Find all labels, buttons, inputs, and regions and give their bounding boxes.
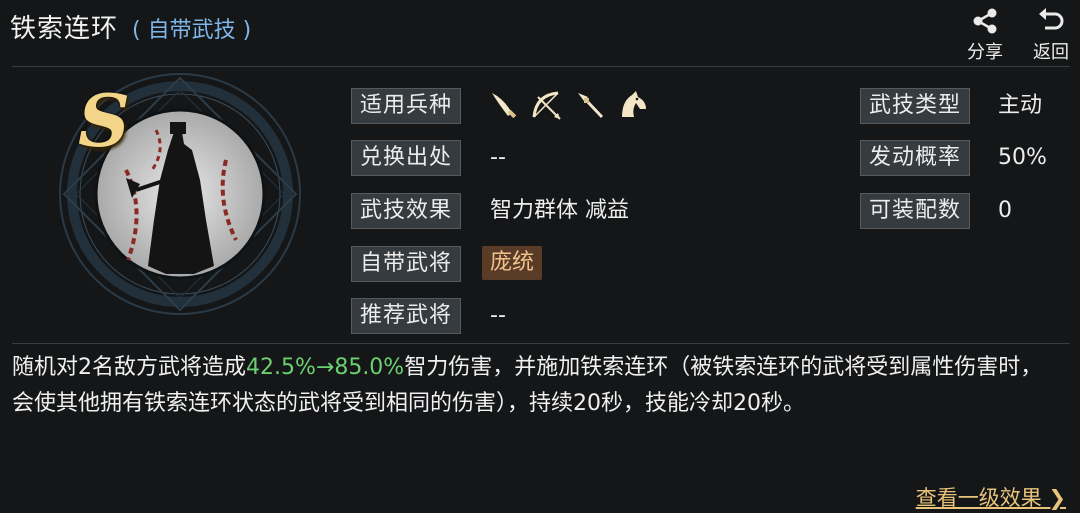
description-prefix: 随机对2名敌方武将造成 bbox=[12, 355, 246, 380]
skill-description: 随机对2名敌方武将造成42.5%→85.0%智力伤害，并施加铁索连环（被铁索连环… bbox=[12, 350, 1062, 422]
general-label: 自带武将 bbox=[351, 246, 462, 282]
recommend-value: -- bbox=[490, 303, 506, 328]
trigger-rate-label: 发动概率 bbox=[860, 140, 971, 176]
share-icon bbox=[973, 8, 997, 34]
skill-type-label: 武技类型 bbox=[860, 88, 971, 124]
header: 铁索连环 ( 自带武技 ) 分享 返回 bbox=[0, 0, 1080, 66]
skill-type-value: 主动 bbox=[998, 93, 1043, 118]
skill-grade: S bbox=[78, 78, 130, 163]
effect-value: 智力群体 减益 bbox=[490, 198, 629, 223]
horse-icon bbox=[622, 91, 646, 117]
troop-icons bbox=[488, 88, 650, 122]
back-button[interactable]: 返回 bbox=[1026, 6, 1076, 64]
trigger-rate-value: 50% bbox=[998, 145, 1047, 170]
effect-label: 武技效果 bbox=[351, 193, 462, 229]
skill-title: 铁索连环 bbox=[10, 14, 119, 44]
section-divider bbox=[12, 343, 1070, 344]
back-icon bbox=[1039, 8, 1064, 30]
skill-subtitle: ( 自带武技 ) bbox=[132, 18, 252, 43]
description-damage-range: 42.5%→85.0% bbox=[246, 355, 405, 380]
source-label: 兑换出处 bbox=[351, 140, 462, 176]
bow-icon bbox=[532, 91, 561, 120]
source-value: -- bbox=[490, 145, 506, 170]
share-label: 分享 bbox=[967, 42, 1003, 63]
general-tag[interactable]: 庞统 bbox=[482, 246, 543, 280]
troop-type-label: 适用兵种 bbox=[351, 88, 462, 124]
header-divider bbox=[12, 66, 1070, 67]
view-level-one-effect-link[interactable]: 查看一级效果 ❯ bbox=[916, 482, 1066, 512]
recommend-label: 推荐武将 bbox=[351, 298, 462, 334]
saber-icon bbox=[492, 93, 517, 119]
back-label: 返回 bbox=[1033, 42, 1069, 63]
share-button[interactable]: 分享 bbox=[960, 6, 1010, 64]
equip-count-label: 可装配数 bbox=[860, 193, 971, 229]
equip-count-value: 0 bbox=[998, 198, 1012, 223]
spear-icon bbox=[578, 93, 604, 119]
